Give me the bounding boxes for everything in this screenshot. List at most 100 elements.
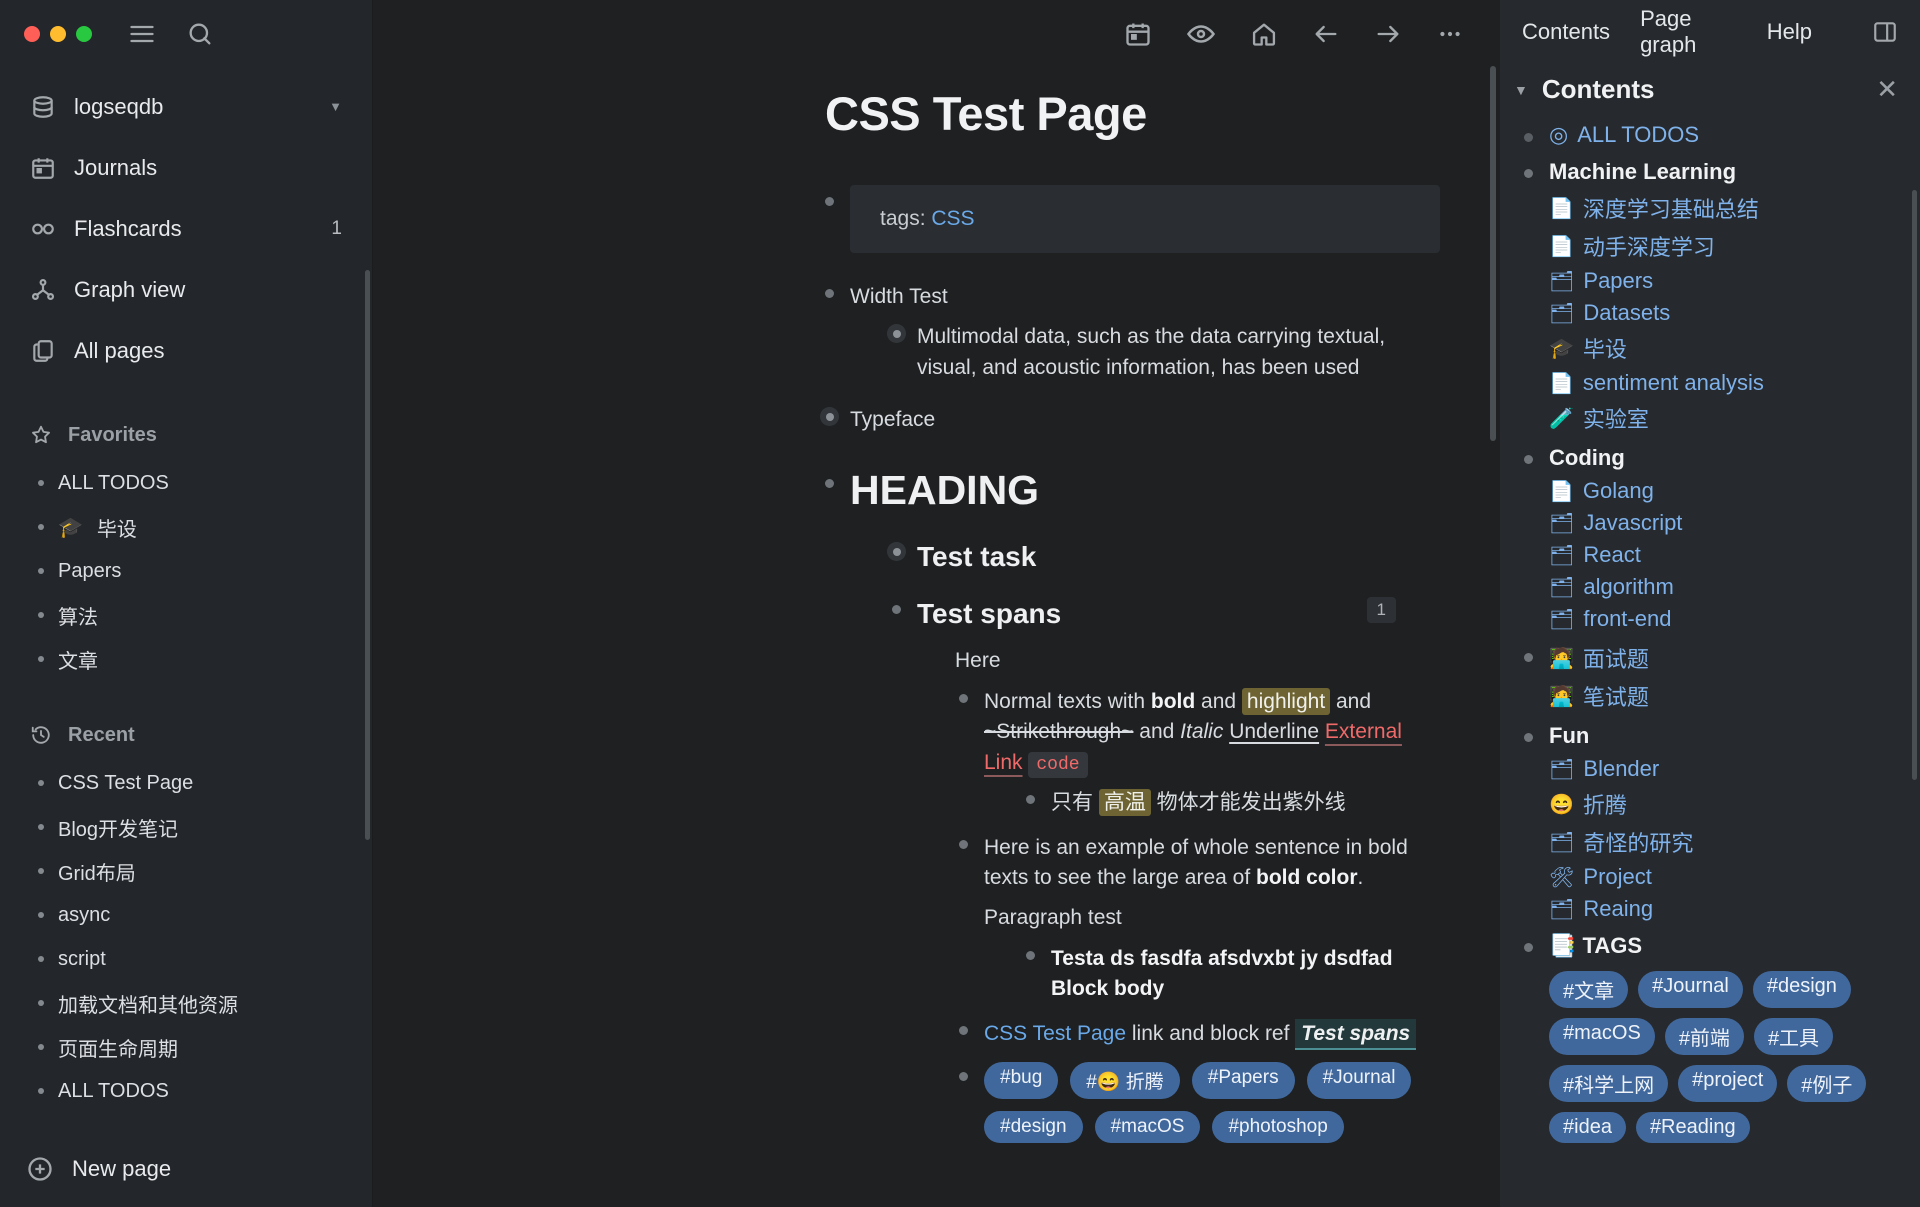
contents-link[interactable]: 🗂 React [1549, 539, 1902, 571]
contents-link[interactable]: 📄 动手深度学习 [1549, 227, 1902, 265]
favorites-header[interactable]: Favorites [0, 415, 372, 455]
recent-item[interactable]: Blog开发笔记 [0, 805, 372, 849]
sidebar-tag-pill[interactable]: #科学上网 [1549, 1065, 1669, 1102]
favorite-item[interactable]: Papers [0, 549, 372, 593]
sidebar-item-journals[interactable]: Journals [0, 137, 372, 198]
favorite-item[interactable]: ALL TODOS [0, 461, 372, 505]
graph-selector[interactable]: logseqdb ▼ [0, 76, 372, 137]
more-dots-icon[interactable] [1436, 20, 1464, 48]
bullet-collapsed-icon[interactable] [820, 407, 839, 427]
block-reference[interactable]: Test spans [1295, 1018, 1417, 1050]
tag-pill[interactable]: #macOS [1094, 1111, 1201, 1144]
sidebar-tag-pill[interactable]: #文章 [1549, 971, 1629, 1008]
recent-header[interactable]: Recent [0, 715, 372, 755]
tag-pill[interactable]: #photoshop [1212, 1111, 1344, 1144]
bullet-icon[interactable] [892, 604, 901, 614]
calendar-icon[interactable] [1124, 20, 1152, 48]
bullet-icon[interactable] [1524, 943, 1533, 952]
tag-pill[interactable]: #😄 折腾 [1070, 1062, 1180, 1100]
sidebar-toggle-icon[interactable] [1872, 19, 1898, 45]
block-ref-count-badge[interactable]: 1 [1366, 596, 1396, 623]
minimize-window-button[interactable] [50, 26, 66, 42]
arrow-right-icon[interactable] [1374, 20, 1402, 48]
sidebar-tag-pill[interactable]: #例子 [1787, 1065, 1867, 1102]
contents-link[interactable]: 🎓 毕设 [1549, 329, 1902, 367]
recent-item[interactable]: CSS Test Page [0, 761, 372, 805]
bullet-collapsed-icon[interactable] [887, 324, 906, 344]
tab-page-graph[interactable]: Page graph [1640, 6, 1737, 58]
close-icon[interactable]: ✕ [1876, 74, 1898, 105]
contents-link[interactable]: 🗂 front-end [1549, 603, 1902, 635]
chevron-down-icon[interactable]: ▼ [329, 99, 342, 114]
contents-link[interactable]: 🗂 Blender [1549, 753, 1902, 785]
new-page-button[interactable]: New page [0, 1131, 372, 1207]
sidebar-tag-pill[interactable]: #macOS [1549, 1018, 1655, 1055]
properties-value-link[interactable]: CSS [931, 207, 974, 230]
sidebar-tag-pill[interactable]: #Reading [1635, 1112, 1750, 1143]
contents-link[interactable]: 🧑‍💻 面试题 [1549, 639, 1902, 677]
tag-pill[interactable]: #Papers [1191, 1062, 1295, 1100]
bullet-icon[interactable] [1524, 169, 1533, 178]
recent-item[interactable]: 加载文档和其他资源 [0, 981, 372, 1025]
sidebar-item-flashcards[interactable]: Flashcards 1 [0, 198, 372, 259]
eye-icon[interactable] [1186, 19, 1216, 49]
bullet-icon[interactable] [959, 693, 968, 703]
bullet-icon[interactable] [959, 839, 968, 849]
favorite-item[interactable]: 算法 [0, 593, 372, 637]
left-sidebar-scrollbar[interactable] [365, 270, 370, 840]
contents-link[interactable]: 📄 深度学习基础总结 [1549, 189, 1902, 227]
hamburger-icon[interactable] [128, 20, 156, 48]
bullet-icon[interactable] [825, 197, 834, 206]
contents-link[interactable]: 😄 折腾 [1549, 785, 1902, 823]
arrow-left-icon[interactable] [1312, 20, 1340, 48]
contents-link[interactable]: 🧑‍💻 笔试题 [1549, 677, 1902, 715]
contents-link[interactable]: 🗂 Papers [1549, 265, 1902, 297]
contents-link[interactable]: 🛠 Project [1549, 861, 1902, 893]
recent-item[interactable]: Grid布局 [0, 849, 372, 893]
right-sidebar-scrollbar[interactable] [1912, 190, 1917, 780]
contents-link[interactable]: 🧪 实验室 [1549, 399, 1902, 437]
recent-item[interactable]: 页面生命周期 [0, 1025, 372, 1069]
tag-pill[interactable]: #bug [984, 1062, 1059, 1100]
maximize-window-button[interactable] [76, 26, 92, 42]
contents-link[interactable]: 🗂 algorithm [1549, 571, 1902, 603]
sidebar-tag-pill[interactable]: #前端 [1664, 1018, 1744, 1055]
bullet-icon[interactable] [1524, 455, 1533, 464]
contents-link[interactable]: 🗂 奇怪的研究 [1549, 823, 1902, 861]
tag-pill[interactable]: #design [984, 1111, 1083, 1144]
tag-pill[interactable]: #Journal [1306, 1062, 1412, 1100]
bullet-icon[interactable] [1026, 795, 1035, 805]
contents-link[interactable]: 🗂 Javascript [1549, 507, 1902, 539]
sidebar-tag-pill[interactable]: #Journal [1638, 971, 1743, 1008]
sidebar-tag-pill[interactable]: #design [1752, 971, 1851, 1008]
recent-item[interactable]: ALL TODOS [0, 1069, 372, 1113]
favorite-item[interactable]: 文章 [0, 637, 372, 681]
search-icon[interactable] [186, 20, 214, 48]
bullet-icon[interactable] [1026, 950, 1035, 960]
bullet-icon[interactable] [1524, 733, 1533, 742]
favorite-item[interactable]: 🎓 毕设 [0, 505, 372, 549]
sidebar-item-all-pages[interactable]: All pages [0, 320, 372, 381]
bullet-icon[interactable] [1524, 653, 1533, 662]
contents-link[interactable]: 🗂 Datasets [1549, 297, 1902, 329]
home-icon[interactable] [1250, 20, 1278, 48]
sidebar-tag-pill[interactable]: #idea [1549, 1112, 1626, 1143]
sidebar-tag-pill[interactable]: #工具 [1753, 1018, 1834, 1055]
bullet-icon[interactable] [825, 478, 834, 488]
page-link[interactable]: CSS Test Page [984, 1022, 1126, 1045]
contents-link[interactable]: 📄 sentiment analysis [1549, 367, 1902, 399]
bullet-icon[interactable] [1524, 133, 1533, 142]
all-todos-link[interactable]: ◎ ALL TODOS [1549, 119, 1902, 151]
recent-item[interactable]: script [0, 937, 372, 981]
recent-item[interactable]: async [0, 893, 372, 937]
bullet-icon[interactable] [825, 289, 834, 298]
bullet-icon[interactable] [959, 1072, 968, 1082]
chevron-down-icon[interactable]: ▼ [1514, 82, 1528, 98]
bullet-collapsed-icon[interactable] [887, 542, 906, 562]
sidebar-item-graph-view[interactable]: Graph view [0, 259, 372, 320]
sidebar-tag-pill[interactable]: #project [1678, 1065, 1778, 1102]
contents-link[interactable]: 📄 Golang [1549, 475, 1902, 507]
close-window-button[interactable] [24, 26, 40, 42]
bullet-icon[interactable] [959, 1025, 968, 1035]
tab-help[interactable]: Help [1767, 19, 1812, 45]
